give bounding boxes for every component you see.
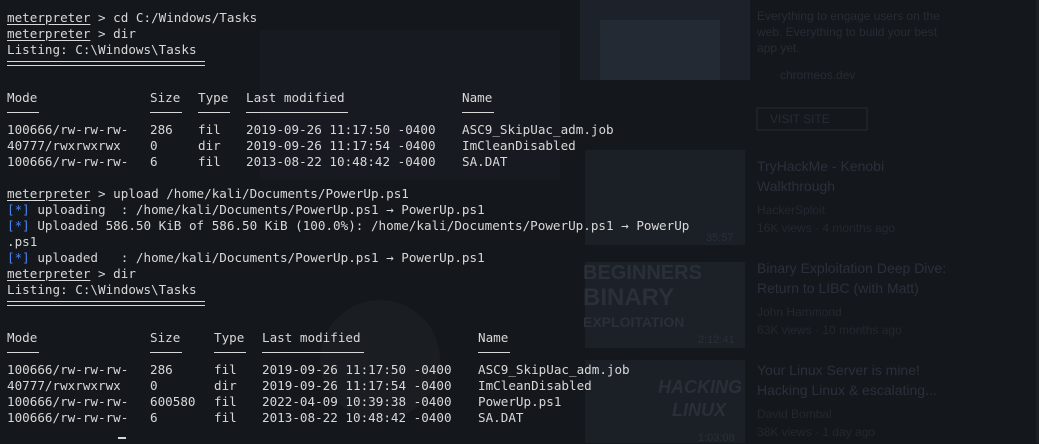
row-size: 0 <box>150 138 158 153</box>
terminal-line: meterpreter > dir <box>7 26 136 42</box>
row-name: ASC9_SkipUac_adm.job <box>462 122 614 137</box>
row-mode: 100666/rw-rw-rw- <box>7 122 129 137</box>
column-header-mode: Mode <box>7 330 38 345</box>
text-cursor <box>118 437 126 439</box>
column-header-last-modified: Last modified <box>262 330 361 345</box>
info-marker: [*] <box>7 250 30 265</box>
row-type: fil <box>214 394 237 409</box>
row-last-modified: 2019-09-26 11:17:50 -0400 <box>262 362 452 377</box>
row-last-modified: 2019-09-26 11:17:54 -0400 <box>246 138 436 153</box>
header-underline <box>7 352 39 353</box>
row-last-modified: 2019-09-26 11:17:50 -0400 <box>246 122 436 137</box>
column-header-last-modified: Last modified <box>246 90 345 105</box>
row-last-modified: 2022-04-09 10:39:38 -0400 <box>262 394 452 409</box>
header-underline <box>246 112 348 113</box>
row-last-modified: 2013-08-22 10:48:42 -0400 <box>246 154 436 169</box>
row-size: 6 <box>150 154 158 169</box>
row-type: fil <box>214 362 237 377</box>
status-line: [*] Uploaded 586.50 KiB of 586.50 KiB (1… <box>7 218 689 234</box>
row-last-modified: 2013-08-22 10:48:42 -0400 <box>262 410 452 425</box>
column-header-size: Size <box>150 330 181 345</box>
column-header-type: Type <box>214 330 245 345</box>
row-size: 286 <box>150 122 173 137</box>
row-mode: 100666/rw-rw-rw- <box>7 394 129 409</box>
header-underline <box>262 352 364 353</box>
listing-underline <box>7 301 205 302</box>
header-underline <box>150 352 182 353</box>
command-text: > cd C:/Windows/Tasks <box>90 10 258 25</box>
status-text: Uploaded 586.50 KiB of 586.50 KiB (100.0… <box>29 218 690 233</box>
header-underline <box>150 112 182 113</box>
header-underline <box>462 112 494 113</box>
row-name: SA.DAT <box>462 154 508 169</box>
meterpreter-prompt: meterpreter <box>7 186 91 201</box>
listing-title: Listing: C:\Windows\Tasks <box>7 42 197 57</box>
row-size: 286 <box>150 362 173 377</box>
row-type: fil <box>214 410 237 425</box>
row-type: fil <box>198 154 221 169</box>
command-text: > dir <box>90 26 136 41</box>
column-header-name: Name <box>462 90 493 105</box>
row-type: dir <box>198 138 221 153</box>
row-mode: 40777/rwxrwxrwx <box>7 378 121 393</box>
row-name: ASC9_SkipUac_adm.job <box>478 362 630 377</box>
header-underline <box>7 112 39 113</box>
row-type: fil <box>198 122 221 137</box>
row-size: 600580 <box>150 394 196 409</box>
status-text: uploading : /home/kali/Documents/PowerUp… <box>29 202 485 217</box>
row-name: ImCleanDisabled <box>478 378 592 393</box>
row-mode: 100666/rw-rw-rw- <box>7 362 129 377</box>
column-header-size: Size <box>150 90 181 105</box>
row-last-modified: 2019-09-26 11:17:54 -0400 <box>262 378 452 393</box>
column-header-mode: Mode <box>7 90 38 105</box>
row-mode: 100666/rw-rw-rw- <box>7 410 129 425</box>
row-mode: 40777/rwxrwxrwx <box>7 138 121 153</box>
row-mode: 100666/rw-rw-rw- <box>7 154 129 169</box>
row-type: dir <box>214 378 237 393</box>
info-marker: [*] <box>7 218 30 233</box>
row-name: ImCleanDisabled <box>462 138 576 153</box>
terminal-line: meterpreter > upload /home/kali/Document… <box>7 186 409 202</box>
command-text: > dir <box>90 266 136 281</box>
column-header-type: Type <box>198 90 229 105</box>
row-name: PowerUp.ps1 <box>478 394 562 409</box>
header-underline <box>214 352 246 353</box>
meterpreter-prompt: meterpreter <box>7 266 91 281</box>
row-name: SA.DAT <box>478 410 524 425</box>
status-text: uploaded : /home/kali/Documents/PowerUp.… <box>29 250 485 265</box>
status-line: [*] uploading : /home/kali/Documents/Pow… <box>7 202 485 218</box>
meterpreter-prompt: meterpreter <box>7 10 91 25</box>
listing-underline <box>7 65 205 66</box>
row-size: 0 <box>150 378 158 393</box>
header-underline <box>478 352 510 353</box>
terminal-line: meterpreter > dir <box>7 266 136 282</box>
command-text: > upload /home/kali/Documents/PowerUp.ps… <box>90 186 409 201</box>
terminal-output[interactable]: meterpreter > cd C:/Windows/Tasks meterp… <box>0 0 1039 443</box>
row-size: 6 <box>150 410 158 425</box>
listing-title: Listing: C:\Windows\Tasks <box>7 282 197 297</box>
info-marker: [*] <box>7 202 30 217</box>
column-header-name: Name <box>478 330 509 345</box>
status-line: [*] uploaded : /home/kali/Documents/Powe… <box>7 250 485 266</box>
meterpreter-prompt: meterpreter <box>7 26 91 41</box>
listing-underline <box>7 61 205 62</box>
header-underline <box>198 112 230 113</box>
terminal-line: meterpreter > cd C:/Windows/Tasks <box>7 10 257 26</box>
status-line-wrap: .ps1 <box>7 234 38 249</box>
listing-underline <box>7 305 205 306</box>
